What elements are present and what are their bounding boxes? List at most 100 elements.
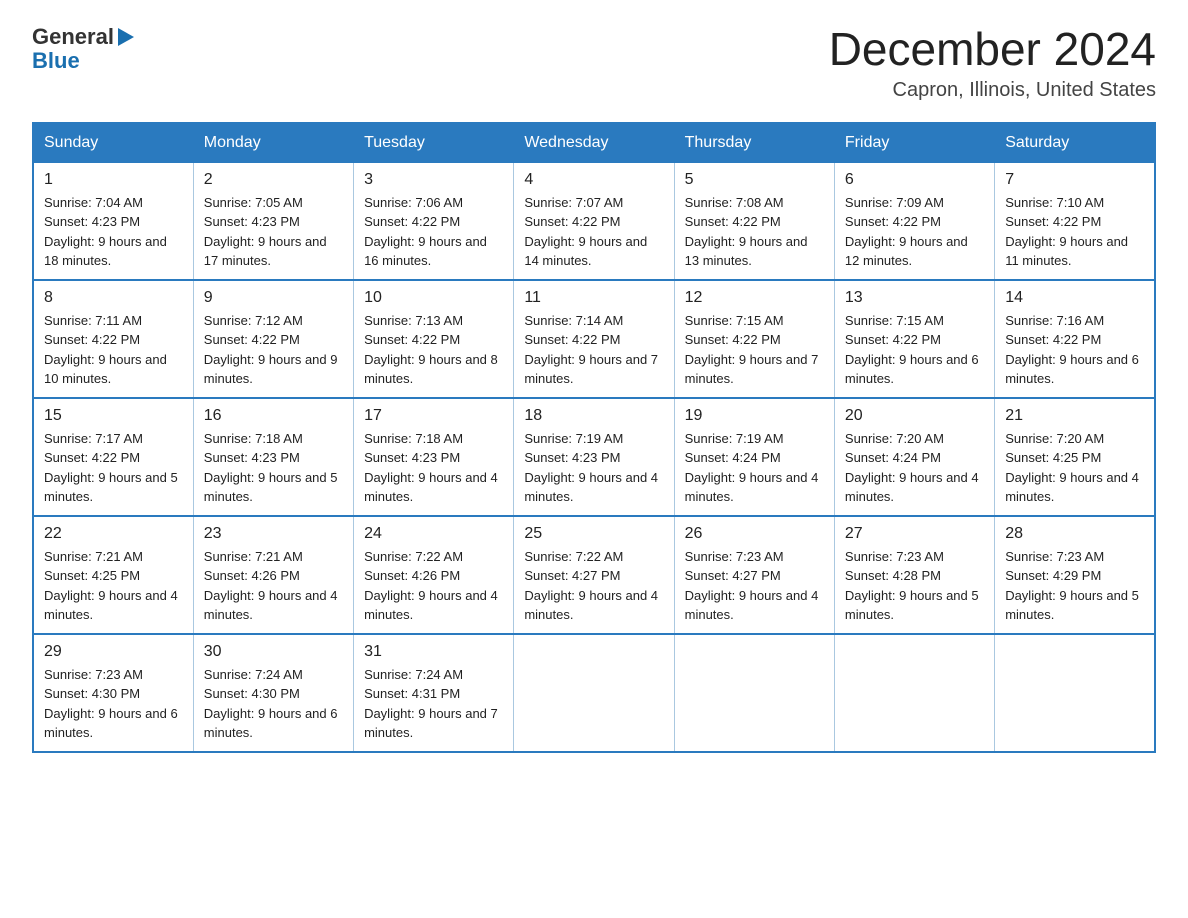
- sunset-label: Sunset: 4:30 PM: [204, 686, 300, 701]
- daylight-label: Daylight: 9 hours and 11 minutes.: [1005, 234, 1128, 269]
- day-info: Sunrise: 7:14 AM Sunset: 4:22 PM Dayligh…: [524, 311, 663, 389]
- calendar-day-cell: 31 Sunrise: 7:24 AM Sunset: 4:31 PM Dayl…: [354, 634, 514, 752]
- day-info: Sunrise: 7:09 AM Sunset: 4:22 PM Dayligh…: [845, 193, 984, 271]
- daylight-label: Daylight: 9 hours and 16 minutes.: [364, 234, 487, 269]
- day-info: Sunrise: 7:10 AM Sunset: 4:22 PM Dayligh…: [1005, 193, 1144, 271]
- weekday-header-friday: Friday: [834, 123, 994, 163]
- calendar-week-row: 22 Sunrise: 7:21 AM Sunset: 4:25 PM Dayl…: [33, 516, 1155, 634]
- calendar-day-cell: 3 Sunrise: 7:06 AM Sunset: 4:22 PM Dayli…: [354, 162, 514, 280]
- day-info: Sunrise: 7:07 AM Sunset: 4:22 PM Dayligh…: [524, 193, 663, 271]
- daylight-label: Daylight: 9 hours and 4 minutes.: [845, 470, 979, 505]
- title-block: December 2024 Capron, Illinois, United S…: [829, 24, 1156, 102]
- logo-general-text: General: [32, 24, 114, 50]
- calendar-week-row: 1 Sunrise: 7:04 AM Sunset: 4:23 PM Dayli…: [33, 162, 1155, 280]
- sunrise-label: Sunrise: 7:24 AM: [204, 667, 303, 682]
- weekday-header-saturday: Saturday: [995, 123, 1155, 163]
- day-info: Sunrise: 7:18 AM Sunset: 4:23 PM Dayligh…: [364, 429, 503, 507]
- sunrise-label: Sunrise: 7:05 AM: [204, 195, 303, 210]
- day-number: 21: [1005, 407, 1144, 425]
- weekday-header-sunday: Sunday: [33, 123, 193, 163]
- calendar-day-cell: 26 Sunrise: 7:23 AM Sunset: 4:27 PM Dayl…: [674, 516, 834, 634]
- day-number: 2: [204, 171, 343, 189]
- sunrise-label: Sunrise: 7:22 AM: [524, 549, 623, 564]
- weekday-header-wednesday: Wednesday: [514, 123, 674, 163]
- daylight-label: Daylight: 9 hours and 4 minutes.: [685, 470, 819, 505]
- location-text: Capron, Illinois, United States: [829, 79, 1156, 102]
- calendar-day-cell: 10 Sunrise: 7:13 AM Sunset: 4:22 PM Dayl…: [354, 280, 514, 398]
- day-number: 15: [44, 407, 183, 425]
- sunrise-label: Sunrise: 7:23 AM: [685, 549, 784, 564]
- day-info: Sunrise: 7:18 AM Sunset: 4:23 PM Dayligh…: [204, 429, 343, 507]
- sunrise-label: Sunrise: 7:09 AM: [845, 195, 944, 210]
- sunset-label: Sunset: 4:22 PM: [845, 332, 941, 347]
- sunset-label: Sunset: 4:26 PM: [364, 568, 460, 583]
- sunset-label: Sunset: 4:23 PM: [524, 450, 620, 465]
- sunset-label: Sunset: 4:22 PM: [1005, 214, 1101, 229]
- day-number: 14: [1005, 289, 1144, 307]
- daylight-label: Daylight: 9 hours and 4 minutes.: [364, 470, 498, 505]
- calendar-week-row: 8 Sunrise: 7:11 AM Sunset: 4:22 PM Dayli…: [33, 280, 1155, 398]
- day-number: 4: [524, 171, 663, 189]
- day-info: Sunrise: 7:23 AM Sunset: 4:30 PM Dayligh…: [44, 665, 183, 743]
- sunrise-label: Sunrise: 7:21 AM: [204, 549, 303, 564]
- sunrise-label: Sunrise: 7:04 AM: [44, 195, 143, 210]
- sunrise-label: Sunrise: 7:14 AM: [524, 313, 623, 328]
- sunrise-label: Sunrise: 7:15 AM: [685, 313, 784, 328]
- sunset-label: Sunset: 4:27 PM: [524, 568, 620, 583]
- calendar-day-cell: 4 Sunrise: 7:07 AM Sunset: 4:22 PM Dayli…: [514, 162, 674, 280]
- day-number: 6: [845, 171, 984, 189]
- daylight-label: Daylight: 9 hours and 7 minutes.: [524, 352, 658, 387]
- calendar-day-cell: 2 Sunrise: 7:05 AM Sunset: 4:23 PM Dayli…: [193, 162, 353, 280]
- day-info: Sunrise: 7:15 AM Sunset: 4:22 PM Dayligh…: [685, 311, 824, 389]
- calendar-day-cell: 27 Sunrise: 7:23 AM Sunset: 4:28 PM Dayl…: [834, 516, 994, 634]
- daylight-label: Daylight: 9 hours and 4 minutes.: [524, 470, 658, 505]
- calendar-day-cell: 9 Sunrise: 7:12 AM Sunset: 4:22 PM Dayli…: [193, 280, 353, 398]
- calendar-day-cell: 1 Sunrise: 7:04 AM Sunset: 4:23 PM Dayli…: [33, 162, 193, 280]
- sunrise-label: Sunrise: 7:18 AM: [204, 431, 303, 446]
- logo-blue-text: Blue: [32, 48, 80, 74]
- calendar-day-cell: 14 Sunrise: 7:16 AM Sunset: 4:22 PM Dayl…: [995, 280, 1155, 398]
- sunrise-label: Sunrise: 7:16 AM: [1005, 313, 1104, 328]
- sunrise-label: Sunrise: 7:10 AM: [1005, 195, 1104, 210]
- day-number: 11: [524, 289, 663, 307]
- daylight-label: Daylight: 9 hours and 9 minutes.: [204, 352, 338, 387]
- day-number: 30: [204, 643, 343, 661]
- daylight-label: Daylight: 9 hours and 5 minutes.: [204, 470, 338, 505]
- day-info: Sunrise: 7:21 AM Sunset: 4:25 PM Dayligh…: [44, 547, 183, 625]
- day-number: 22: [44, 525, 183, 543]
- sunset-label: Sunset: 4:23 PM: [204, 214, 300, 229]
- calendar-day-cell: 8 Sunrise: 7:11 AM Sunset: 4:22 PM Dayli…: [33, 280, 193, 398]
- daylight-label: Daylight: 9 hours and 4 minutes.: [685, 588, 819, 623]
- calendar-day-cell: 16 Sunrise: 7:18 AM Sunset: 4:23 PM Dayl…: [193, 398, 353, 516]
- logo: General Blue: [32, 24, 138, 74]
- daylight-label: Daylight: 9 hours and 13 minutes.: [685, 234, 808, 269]
- day-number: 24: [364, 525, 503, 543]
- day-number: 8: [44, 289, 183, 307]
- calendar-day-cell: 6 Sunrise: 7:09 AM Sunset: 4:22 PM Dayli…: [834, 162, 994, 280]
- page-header: General Blue December 2024 Capron, Illin…: [32, 24, 1156, 102]
- sunrise-label: Sunrise: 7:24 AM: [364, 667, 463, 682]
- calendar-week-row: 15 Sunrise: 7:17 AM Sunset: 4:22 PM Dayl…: [33, 398, 1155, 516]
- day-number: 5: [685, 171, 824, 189]
- daylight-label: Daylight: 9 hours and 5 minutes.: [1005, 588, 1139, 623]
- daylight-label: Daylight: 9 hours and 5 minutes.: [44, 470, 178, 505]
- calendar-day-cell: 17 Sunrise: 7:18 AM Sunset: 4:23 PM Dayl…: [354, 398, 514, 516]
- sunset-label: Sunset: 4:22 PM: [1005, 332, 1101, 347]
- day-info: Sunrise: 7:11 AM Sunset: 4:22 PM Dayligh…: [44, 311, 183, 389]
- daylight-label: Daylight: 9 hours and 4 minutes.: [44, 588, 178, 623]
- calendar-day-cell: 12 Sunrise: 7:15 AM Sunset: 4:22 PM Dayl…: [674, 280, 834, 398]
- calendar-day-cell: 11 Sunrise: 7:14 AM Sunset: 4:22 PM Dayl…: [514, 280, 674, 398]
- sunset-label: Sunset: 4:31 PM: [364, 686, 460, 701]
- day-info: Sunrise: 7:13 AM Sunset: 4:22 PM Dayligh…: [364, 311, 503, 389]
- daylight-label: Daylight: 9 hours and 4 minutes.: [1005, 470, 1139, 505]
- day-number: 3: [364, 171, 503, 189]
- sunset-label: Sunset: 4:25 PM: [44, 568, 140, 583]
- day-info: Sunrise: 7:08 AM Sunset: 4:22 PM Dayligh…: [685, 193, 824, 271]
- calendar-day-cell: [514, 634, 674, 752]
- day-number: 31: [364, 643, 503, 661]
- calendar-day-cell: 20 Sunrise: 7:20 AM Sunset: 4:24 PM Dayl…: [834, 398, 994, 516]
- sunset-label: Sunset: 4:28 PM: [845, 568, 941, 583]
- day-number: 1: [44, 171, 183, 189]
- day-info: Sunrise: 7:06 AM Sunset: 4:22 PM Dayligh…: [364, 193, 503, 271]
- calendar-day-cell: 19 Sunrise: 7:19 AM Sunset: 4:24 PM Dayl…: [674, 398, 834, 516]
